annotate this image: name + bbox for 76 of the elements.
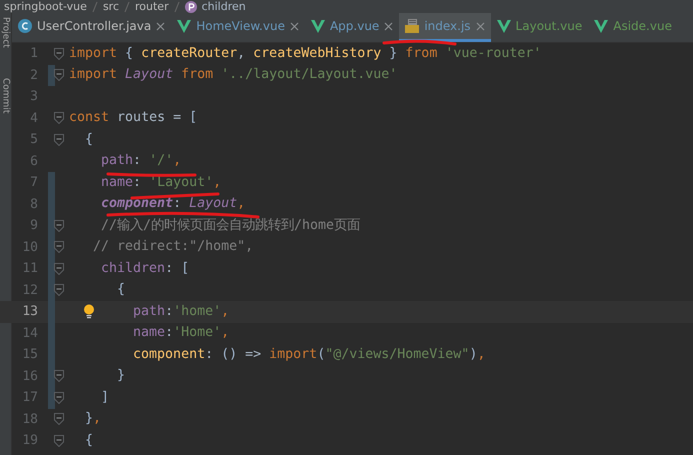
line-number: 16 — [21, 368, 39, 384]
code-line: }, — [85, 412, 102, 426]
fold-icon[interactable] — [54, 134, 64, 146]
vue-logo-icon — [496, 19, 511, 33]
separator-icon — [92, 0, 98, 12]
vue-logo-icon — [310, 19, 325, 33]
line-number: 19 — [21, 433, 39, 448]
close-icon[interactable] — [290, 22, 299, 30]
line-number: 6 — [29, 154, 39, 169]
code-line: name:'Home', — [133, 326, 230, 340]
editor-tab[interactable]: App.vue — [304, 13, 400, 42]
fold-icon[interactable] — [54, 112, 64, 124]
code-line: children: [ — [101, 262, 190, 276]
fold-icon[interactable] — [54, 413, 64, 426]
code-line: import Layout from '../layout/Layout.vue' — [69, 68, 398, 82]
line-number: 12 — [21, 282, 39, 298]
line-number: 14 — [21, 326, 39, 341]
code-line: path:'home', — [133, 304, 230, 319]
js-file-icon — [405, 19, 420, 33]
tool-window-tab[interactable]: Project — [0, 17, 10, 48]
fold-icon[interactable] — [54, 69, 64, 82]
code-line: ] — [101, 390, 110, 405]
fold-icon[interactable] — [54, 48, 64, 60]
line-number: 17 — [21, 390, 39, 406]
code-line: { — [85, 132, 94, 147]
line-number: 9 — [29, 218, 39, 234]
property-icon — [184, 0, 197, 12]
line-number: 15 — [21, 347, 39, 362]
code-line: //输入/的时候页面会自动跳转到/home页面 — [101, 218, 360, 233]
fold-icon[interactable] — [54, 434, 64, 447]
line-number: 7 — [29, 175, 39, 190]
line-number: 11 — [21, 261, 39, 276]
code-line: { — [85, 434, 94, 448]
editor-tab[interactable]: index.js — [399, 13, 491, 42]
breadcrumb-item[interactable]: router — [135, 0, 169, 13]
fold-icon[interactable] — [54, 241, 64, 254]
lightbulb-icon[interactable] — [83, 304, 95, 319]
editor-tab[interactable]: Layout.vue — [490, 13, 588, 42]
separator-icon — [174, 0, 180, 12]
close-icon[interactable] — [476, 22, 485, 30]
vue-logo-icon — [594, 19, 608, 33]
code-line: // redirect:"/home", — [93, 240, 254, 254]
code-line: path: '/', — [101, 154, 182, 168]
code-line: import { createRouter, createWebHistory } from 'vue-router' — [69, 46, 542, 61]
line-number: 8 — [29, 196, 39, 212]
editor-tab[interactable]: HomeView.vue — [171, 13, 305, 42]
line-number: 18 — [21, 412, 39, 427]
code-line: { — [117, 283, 126, 298]
breadcrumb-item[interactable]: src — [102, 0, 119, 13]
change-marker[interactable] — [48, 64, 55, 86]
close-icon[interactable] — [156, 22, 166, 30]
class-icon — [18, 19, 32, 33]
fold-icon[interactable] — [54, 220, 64, 232]
fold-icon[interactable] — [54, 262, 64, 275]
fold-icon[interactable] — [54, 284, 64, 296]
line-number: 1 — [29, 46, 39, 62]
fold-icon[interactable] — [54, 370, 64, 382]
line-number: 10 — [21, 240, 39, 255]
line-number: 5 — [29, 132, 39, 148]
breadcrumb-item[interactable]: springboot-vue — [4, 0, 87, 13]
close-icon[interactable] — [384, 22, 394, 30]
vue-logo-icon — [177, 19, 192, 33]
code-line: const routes = [ — [69, 111, 198, 126]
code-line: } — [117, 369, 126, 384]
tool-window-tab[interactable]: Commit — [0, 78, 10, 114]
breadcrumb-item[interactable]: children — [202, 0, 246, 13]
code-line: component: Layout, — [101, 197, 246, 212]
code-line: component: () => import("@/views/HomeView"), — [133, 348, 486, 362]
line-number: 13 — [21, 304, 39, 320]
editor-tab[interactable]: Aside.vue — [588, 13, 678, 42]
code-line: name: 'Layout', — [101, 176, 222, 190]
change-marker[interactable] — [48, 172, 55, 194]
fold-icon[interactable] — [54, 392, 64, 404]
editor-tab[interactable]: UserController.java — [12, 13, 172, 42]
separator-icon — [124, 0, 130, 12]
change-marker[interactable] — [48, 387, 55, 408]
